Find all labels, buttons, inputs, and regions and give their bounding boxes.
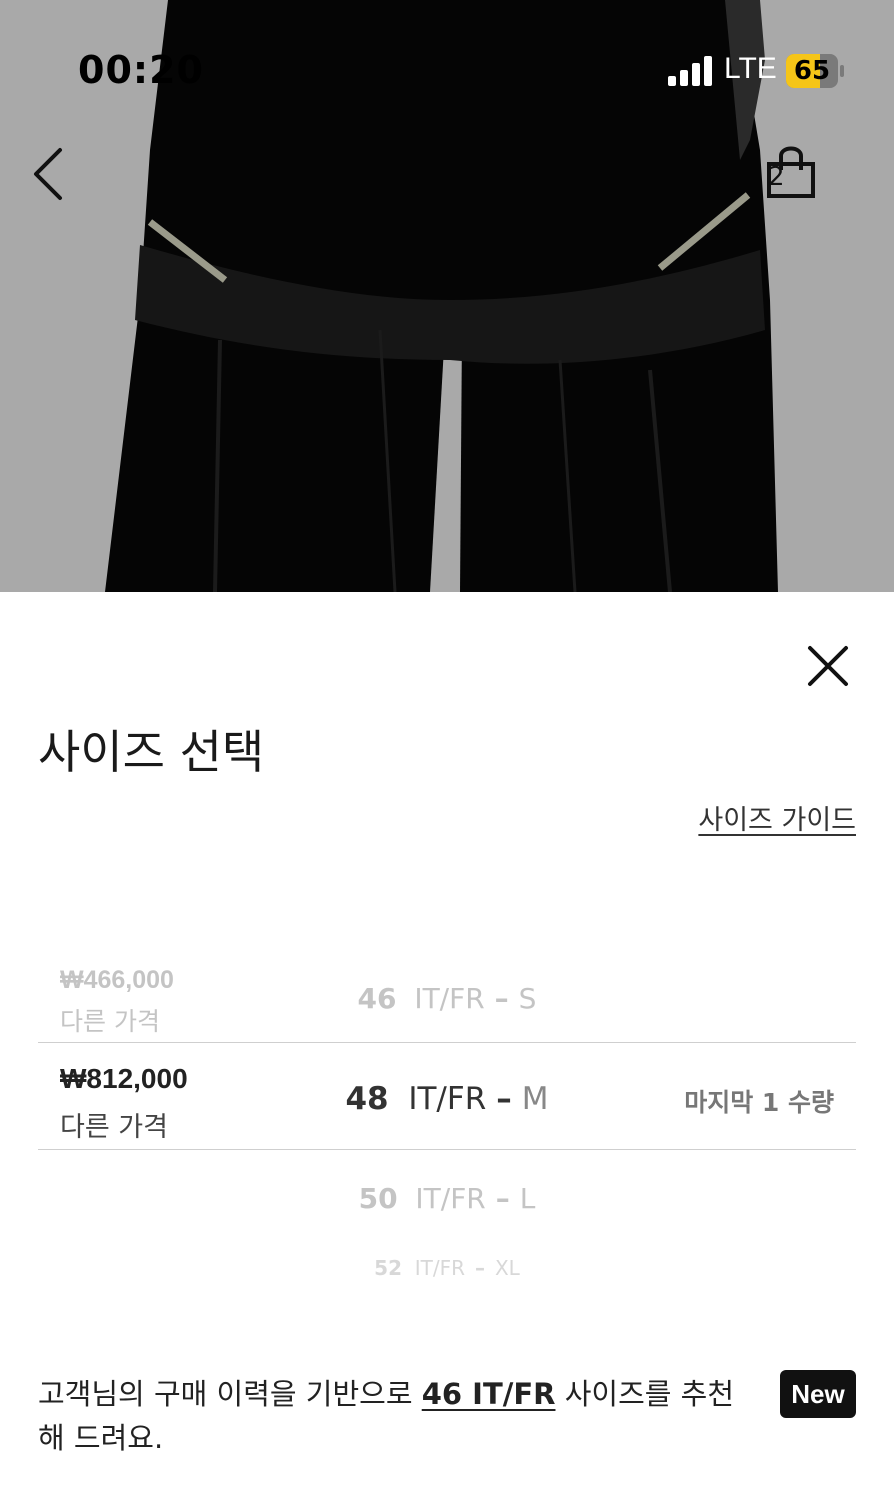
size-label: 50 IT/FR – L (358, 1182, 536, 1215)
recommended-size-link[interactable]: 46 IT/FR (422, 1377, 556, 1411)
status-bar: 00:20 LTE 65 (0, 0, 894, 140)
close-button[interactable] (804, 642, 852, 690)
size-select-sheet: 사이즈 선택 사이즈 가이드 ₩466,000 다른 가격 46 IT/FR – S… (0, 592, 894, 1500)
network-type: LTE (724, 52, 777, 85)
size-option-46[interactable]: ₩466,000 다른 가격 46 IT/FR – S (38, 942, 856, 1042)
size-label: 52 IT/FR – XL (374, 1256, 520, 1280)
close-icon (808, 646, 848, 686)
size-recommendation: 고객님의 구매 이력을 기반으로 46 IT/FR 사이즈를 추천해 드려요. (38, 1377, 735, 1455)
new-badge: New (780, 1370, 856, 1418)
size-option-52[interactable]: 52 IT/FR – XL (38, 1246, 856, 1302)
battery-icon: 65 (786, 54, 844, 88)
sheet-title: 사이즈 선택 (38, 725, 265, 779)
size-option-48-selected[interactable]: ₩812,000 다른 가격 48 IT/FR – M 마지막 1 수량 (38, 1042, 856, 1150)
size-guide-link[interactable]: 사이즈 가이드 (698, 798, 856, 837)
cart-button[interactable]: 2 (766, 144, 866, 204)
back-button[interactable] (30, 146, 70, 202)
status-time: 00:20 (78, 48, 204, 92)
stock-status: 마지막 1 수량 (684, 1088, 834, 1117)
chevron-left-icon (34, 148, 62, 200)
size-picker[interactable]: ₩466,000 다른 가격 46 IT/FR – S ₩812,000 다른 가격… (38, 942, 856, 1302)
size-label: 46 IT/FR – S (357, 982, 537, 1015)
battery-level: 65 (793, 56, 831, 86)
shopping-bag-icon (767, 146, 815, 198)
product-image: 00:20 LTE 65 2 (0, 0, 894, 592)
size-option-50[interactable]: 50 IT/FR – L (38, 1150, 856, 1246)
cellular-signal-icon (668, 56, 716, 86)
